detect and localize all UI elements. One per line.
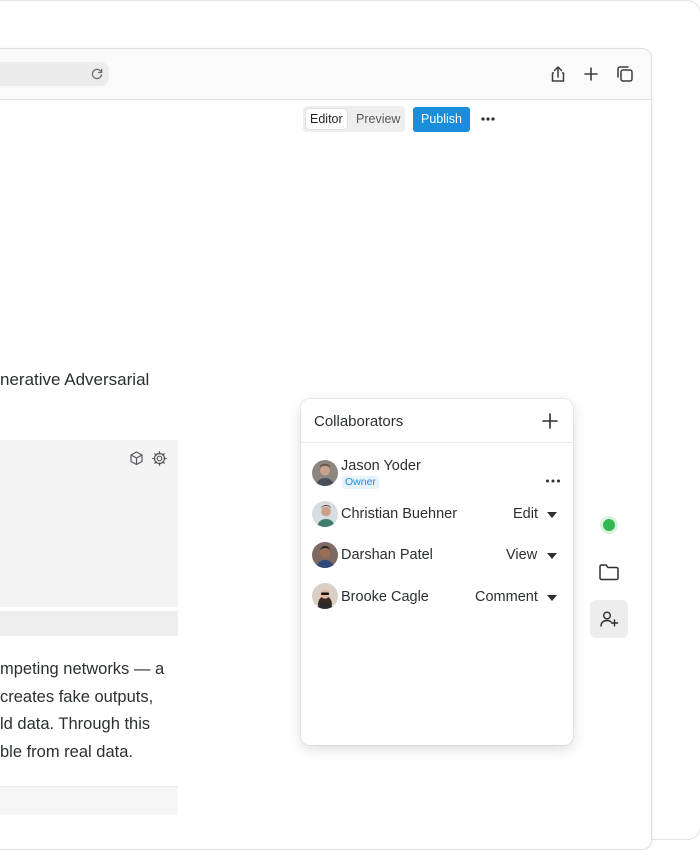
paragraph-line: ld data. Through this [0, 715, 151, 733]
collaborators-toggle[interactable] [590, 600, 628, 638]
more-options-icon[interactable] [480, 111, 496, 132]
collaborators-title: Collaborators [314, 413, 404, 430]
share-icon[interactable] [548, 64, 568, 84]
editor-tab[interactable]: Editor [306, 109, 347, 129]
chevron-down-icon[interactable] [547, 512, 557, 518]
top-bar [0, 49, 651, 100]
paragraph-line: ble from real data. [0, 742, 133, 761]
collaborators-panel: Collaborators Jason Yoder Owner Christia… [301, 399, 573, 745]
permission-dropdown[interactable]: Edit [513, 506, 538, 522]
new-tab-icon[interactable] [581, 64, 601, 84]
address-bar[interactable] [0, 62, 109, 86]
collaborators-header: Collaborators [301, 399, 573, 443]
publish-button[interactable]: Publish [413, 107, 470, 132]
paragraph-line: creates fake outputs, [0, 687, 154, 706]
next-block [0, 786, 178, 815]
add-person-icon [600, 611, 619, 627]
preview-tab[interactable]: Preview [352, 109, 404, 129]
folder-icon[interactable] [598, 562, 620, 587]
avatar-jason-yoder [312, 460, 338, 486]
online-status-indicator [603, 519, 615, 531]
collaborator-name: Darshan Patel [341, 547, 433, 563]
chevron-down-icon[interactable] [547, 553, 557, 559]
avatar-darshan-patel [312, 542, 338, 568]
view-mode-toggle: Editor Preview [303, 106, 405, 132]
chevron-down-icon[interactable] [547, 595, 557, 601]
collaborator-name: Jason Yoder [341, 458, 421, 474]
document-heading: nerative Adversarial [0, 370, 150, 389]
document-paragraph: mpeting networks — a creates fake output… [0, 656, 178, 766]
embed-caption-bar [0, 611, 178, 636]
cube-icon[interactable] [128, 450, 145, 472]
add-collaborator-icon[interactable] [541, 412, 559, 435]
avatar-christian-buehner [312, 501, 338, 527]
collaborator-name: Christian Buehner [341, 506, 458, 522]
settings-gear-icon[interactable] [151, 450, 168, 472]
tabs-overview-icon[interactable] [615, 64, 635, 84]
collaborator-name: Brooke Cagle [341, 589, 429, 605]
more-options-icon[interactable] [545, 471, 561, 489]
owner-badge: Owner [342, 476, 379, 489]
permission-dropdown[interactable]: View [506, 547, 537, 563]
permission-dropdown[interactable]: Comment [475, 589, 538, 605]
avatar-brooke-cagle [312, 583, 338, 609]
reload-icon[interactable] [89, 66, 105, 87]
paragraph-line: mpeting networks — a [0, 660, 165, 678]
